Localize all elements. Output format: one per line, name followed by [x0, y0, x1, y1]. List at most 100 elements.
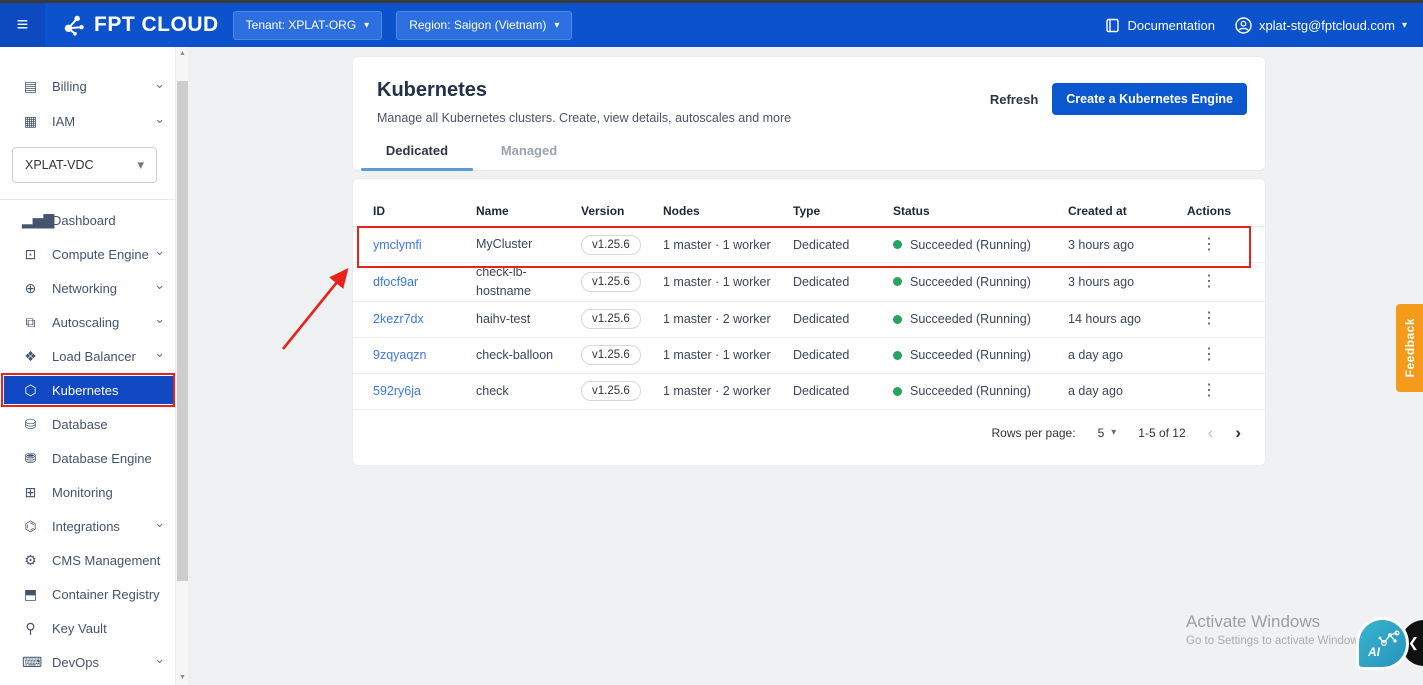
feedback-tab[interactable]: Feedback [1396, 304, 1423, 392]
cluster-name: check-lb-hostname [476, 265, 531, 298]
networking-icon: ⊕ [24, 279, 37, 296]
integrations-icon: ⌬ [24, 517, 37, 534]
documentation-link[interactable]: Documentation [1105, 18, 1215, 33]
previous-page-button[interactable]: ‹ [1208, 424, 1214, 441]
sidebar-item-label: Database [52, 416, 108, 432]
tab-bar: Dedicated Managed [361, 133, 585, 171]
brand-logo[interactable]: FPT CLOUD [63, 13, 219, 37]
dashboard-icon: ▂▅▇ [22, 211, 55, 228]
status-text: Succeeded (Running) [910, 384, 1031, 398]
cluster-id-link[interactable]: ymclymfi [373, 238, 422, 252]
user-menu[interactable]: xplat-stg@fptcloud.com ▾ [1235, 16, 1407, 34]
version-badge: v1.25.6 [581, 309, 641, 329]
sidebar-item-label: Networking [52, 280, 118, 296]
sidebar-item-cms-management[interactable]: ⚙ CMS Management [0, 543, 175, 577]
refresh-button[interactable]: Refresh [990, 92, 1038, 107]
scroll-down-arrow[interactable]: ▼ [176, 671, 189, 685]
top-bar: ≡ FPT CLOUD Tenant: XPLAT-ORG ▾ Region: … [0, 0, 1423, 47]
sidebar-item-iam[interactable]: ▦ IAM ⌄ [0, 104, 175, 139]
sidebar-item-dashboard[interactable]: ▂▅▇ Dashboard [0, 203, 175, 237]
ai-chat-button[interactable]: AI [1356, 617, 1409, 670]
caret-down-icon: ▾ [554, 19, 560, 31]
cluster-id-link[interactable]: dfocf9ar [373, 275, 418, 289]
sidebar-item-container-registry[interactable]: ⬒ Container Registry [0, 577, 175, 611]
hamburger-menu-button[interactable]: ≡ [0, 3, 45, 47]
status-text: Succeeded (Running) [910, 274, 1031, 289]
row-actions-menu-button[interactable]: ⋮ [1195, 345, 1223, 365]
scrollbar-thumb[interactable] [177, 81, 188, 581]
status-text: Succeeded (Running) [910, 237, 1031, 252]
sidebar-item-networking[interactable]: ⊕ Networking ⌄ [0, 271, 175, 305]
sidebar-item-billing[interactable]: ▤ Billing ⌄ [0, 69, 175, 104]
widget-chevron-icon: ❮ [1408, 635, 1419, 650]
sidebar-item-label: Dashboard [52, 212, 116, 228]
chevron-down-icon: ⌄ [154, 651, 165, 666]
devops-icon: ⌨ [22, 653, 43, 670]
cluster-name: haihv-test [476, 311, 531, 326]
cluster-id-link[interactable]: 2kezr7dx [373, 312, 424, 326]
sidebar-item-label: DevOps [52, 654, 99, 670]
sidebar-item-compute-engine[interactable]: ⊡ Compute Engine ⌄ [0, 237, 175, 271]
cluster-id-link[interactable]: 9zqyaqzn [373, 348, 427, 362]
table-row: 592ry6ja check v1.25.6 1 master · 2 worker D… [353, 374, 1265, 410]
column-header-name: Name [476, 203, 509, 218]
row-actions-menu-button[interactable]: ⋮ [1195, 272, 1223, 292]
sidebar-item-label: CMS Management [52, 552, 161, 568]
status-dot-icon [893, 277, 902, 287]
cluster-nodes: 1 master · 1 worker [663, 274, 771, 289]
sidebar-item-label: Load Balancer [52, 348, 136, 364]
cluster-name: check-balloon [476, 347, 554, 362]
status-text: Succeeded (Running) [910, 348, 1031, 362]
version-badge: v1.25.6 [581, 271, 641, 292]
version-badge: v1.25.6 [581, 381, 641, 401]
create-kubernetes-engine-button[interactable]: Create a Kubernetes Engine [1052, 83, 1247, 115]
sidebar-item-autoscaling[interactable]: ⧉ Autoscaling ⌄ [0, 305, 175, 339]
table-row: ymclymfi MyCluster v1.25.6 1 master · 1 wor… [353, 227, 1265, 263]
sidebar-scrollbar[interactable]: ▲ ▼ [175, 47, 188, 685]
status-badge: Succeeded (Running) [893, 312, 1062, 326]
cluster-nodes: 1 master · 1 worker [663, 348, 771, 362]
app-window: ≡ FPT CLOUD Tenant: XPLAT-ORG ▾ Region: … [0, 0, 1423, 685]
row-actions-menu-button[interactable]: ⋮ [1195, 235, 1223, 255]
tenant-selector[interactable]: Tenant: XPLAT-ORG ▾ [232, 10, 383, 40]
column-header-id: ID [373, 203, 385, 218]
rows-per-page-select[interactable]: 5 ▾ [1098, 426, 1117, 440]
cluster-created-at: 3 hours ago [1068, 237, 1135, 252]
cluster-nodes: 1 master · 2 worker [663, 312, 771, 326]
tab-dedicated[interactable]: Dedicated [361, 133, 473, 171]
sidebar-item-label: Compute Engine [52, 246, 149, 262]
sidebar-item-database[interactable]: ⛁ Database [0, 407, 175, 441]
cluster-nodes: 1 master · 2 worker [663, 384, 771, 398]
sidebar-item-devops[interactable]: ⌨ DevOps ⌄ [0, 645, 175, 679]
tab-managed[interactable]: Managed [473, 133, 585, 170]
menu-icon: ≡ [16, 13, 29, 36]
cluster-created-at: 14 hours ago [1068, 312, 1141, 326]
version-badge: v1.25.6 [581, 234, 641, 255]
sidebar-item-load-balancer[interactable]: ❖ Load Balancer ⌄ [0, 339, 175, 373]
sidebar-item-integrations[interactable]: ⌬ Integrations ⌄ [0, 509, 175, 543]
iam-icon: ▦ [23, 113, 38, 129]
status-dot-icon [893, 240, 902, 249]
column-header-status: Status [893, 203, 930, 218]
sidebar-item-label: Autoscaling [52, 314, 120, 330]
cluster-created-at: 3 hours ago [1068, 274, 1135, 289]
clusters-table-card: ID Name Version Nodes Type Status Created at Ac… [352, 178, 1266, 466]
scroll-up-arrow[interactable]: ▲ [176, 47, 189, 61]
column-header-nodes: Nodes [663, 203, 700, 218]
column-header-type: Type [793, 203, 821, 218]
table-row: dfocf9ar check-lb-hostname v1.25.6 1 master… [353, 263, 1265, 302]
sidebar-item-monitoring[interactable]: ⊞ Monitoring [0, 475, 175, 509]
compute-engine-icon: ⊡ [24, 245, 37, 262]
row-actions-menu-button[interactable]: ⋮ [1195, 309, 1223, 329]
sidebar-item-database-engine[interactable]: ⛃ Database Engine [0, 441, 175, 475]
next-page-button[interactable]: › [1235, 424, 1241, 441]
sidebar-item-key-vault[interactable]: ⚲ Key Vault [0, 611, 175, 645]
sidebar-item-kubernetes[interactable]: ⬡ Kubernetes [0, 373, 175, 407]
sidebar-item-label: Billing [52, 79, 87, 94]
region-selector[interactable]: Region: Saigon (Vietnam) ▾ [396, 10, 573, 40]
row-actions-menu-button[interactable]: ⋮ [1195, 381, 1223, 401]
cluster-id-link[interactable]: 592ry6ja [373, 384, 421, 398]
chevron-down-icon: ⌄ [154, 277, 165, 292]
caret-down-icon: ▾ [364, 19, 370, 31]
vdc-selector[interactable]: XPLAT-VDC ▾ [12, 147, 157, 183]
